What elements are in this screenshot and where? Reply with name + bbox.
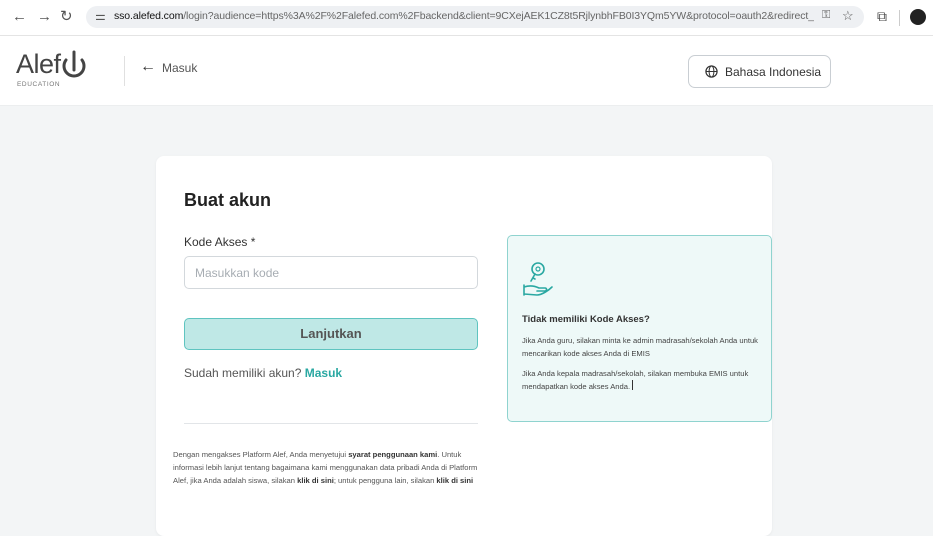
url-host: sso.alefed.com <box>114 10 184 22</box>
signup-card: Buat akun Kode Akses * Lanjutkan Sudah m… <box>156 156 772 536</box>
text-cursor <box>632 380 634 390</box>
reload-icon[interactable]: ↻ <box>60 8 73 26</box>
bookmark-star-icon[interactable]: ☆ <box>842 8 854 24</box>
page-title: Buat akun <box>184 190 272 210</box>
toolbar-divider <box>899 10 900 26</box>
logo-mark-icon <box>62 50 86 78</box>
back-arrow-icon[interactable]: ← <box>140 58 156 76</box>
password-key-icon[interactable]: ⚿ <box>822 9 830 22</box>
terms-text: ; untuk pengguna lain, silakan <box>333 476 437 485</box>
site-settings-icon[interactable]: ⚌ <box>95 9 106 23</box>
extensions-icon[interactable]: ⧉ <box>877 8 887 25</box>
access-code-input[interactable] <box>184 256 478 289</box>
url-path: /login?audience=https%3A%2F%2Falefed.com… <box>183 10 814 22</box>
terms-notice: Dengan mengakses Platform Alef, Anda men… <box>173 448 485 487</box>
address-bar[interactable]: ⚌ sso.alefed.com/login?audience=https%3A… <box>86 6 864 28</box>
profile-avatar[interactable] <box>910 9 926 25</box>
other-users-privacy-link[interactable]: klik di sini <box>436 476 473 485</box>
logo-subtitle: EDUCATION <box>17 81 61 88</box>
back-to-login-link[interactable]: Masuk <box>162 61 197 75</box>
terms-text: Dengan mengakses Platform Alef, Anda men… <box>173 450 349 459</box>
language-selector[interactable]: Bahasa Indonesia <box>688 55 831 88</box>
app-header: Alef EDUCATION ← Masuk Bahasa Indonesia <box>0 36 933 106</box>
have-account-row: Sudah memiliki akun? Masuk <box>184 366 342 380</box>
logo-wordmark: Alef <box>16 49 61 79</box>
forward-icon[interactable]: → <box>37 8 52 26</box>
globe-icon <box>705 65 718 78</box>
student-privacy-link[interactable]: klik di sini <box>297 476 334 485</box>
no-access-code-panel: Tidak memiliki Kode Akses? Jika Anda gur… <box>507 235 772 422</box>
info-principal-text: Jika Anda kepala madrasah/sekolah, silak… <box>522 367 762 393</box>
info-principal-body: Jika Anda kepala madrasah/sekolah, silak… <box>522 369 749 391</box>
terms-of-use-link[interactable]: syarat penggunaan kami <box>348 450 437 459</box>
access-code-label: Kode Akses * <box>184 235 256 249</box>
divider <box>184 423 478 424</box>
info-title: Tidak memiliki Kode Akses? <box>522 314 650 325</box>
key-hand-icon <box>523 262 553 296</box>
alef-logo[interactable]: Alef EDUCATION <box>16 45 106 95</box>
language-label: Bahasa Indonesia <box>725 65 822 79</box>
info-teacher-text: Jika Anda guru, silakan minta ke admin m… <box>522 336 758 358</box>
header-divider <box>124 56 125 86</box>
url-text[interactable]: sso.alefed.com/login?audience=https%3A%2… <box>114 10 814 22</box>
login-link[interactable]: Masuk <box>305 366 342 380</box>
back-icon[interactable]: ← <box>12 8 27 26</box>
continue-button[interactable]: Lanjutkan <box>184 318 478 350</box>
have-account-text: Sudah memiliki akun? <box>184 366 302 380</box>
browser-toolbar: ← → ↻ ⚌ sso.alefed.com/login?audience=ht… <box>0 0 933 36</box>
